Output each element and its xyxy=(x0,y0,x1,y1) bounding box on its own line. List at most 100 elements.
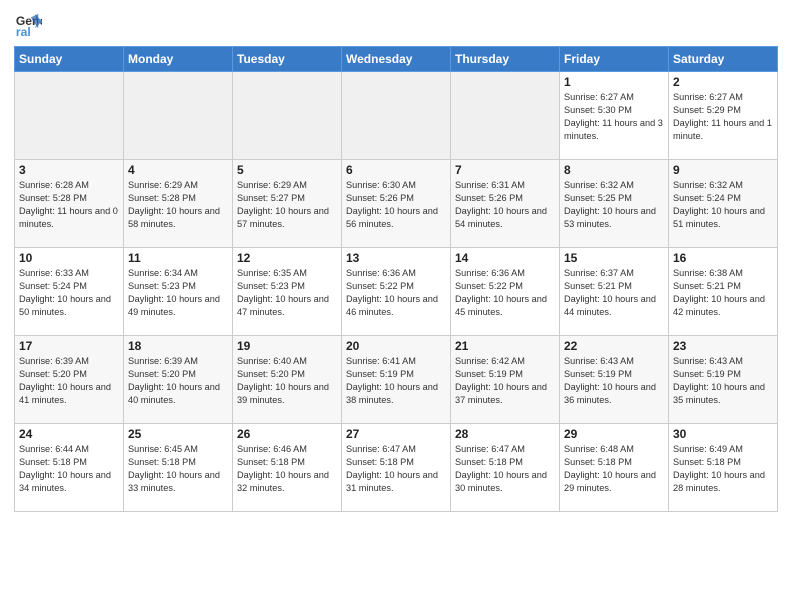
day-number: 8 xyxy=(564,163,664,177)
day-cell: 14 Sunrise: 6:36 AM Sunset: 5:22 PM Dayli… xyxy=(451,248,560,336)
logo: Gene ral xyxy=(14,10,46,38)
day-cell: 23Sunrise: 6:43 AM Sunset: 5:19 PM Dayli… xyxy=(669,336,778,424)
day-cell: 6Sunrise: 6:30 AM Sunset: 5:26 PM Daylig… xyxy=(342,160,451,248)
day-info: Sunrise: 6:27 AM Sunset: 5:29 PM Dayligh… xyxy=(673,91,773,143)
day-info: Sunrise: 6:41 AM Sunset: 5:19 PM Dayligh… xyxy=(346,355,446,407)
day-cell: 10 Sunrise: 6:33 AM Sunset: 5:24 PM Dayli… xyxy=(15,248,124,336)
day-info: Sunrise: 6:29 AM Sunset: 5:27 PM Dayligh… xyxy=(237,179,337,231)
day-info: Sunrise: 6:31 AM Sunset: 5:26 PM Dayligh… xyxy=(455,179,555,231)
day-info: Sunrise: 6:29 AM Sunset: 5:28 PM Dayligh… xyxy=(128,179,228,231)
day-info: Sunrise: 6:35 AM Sunset: 5:23 PM Dayligh… xyxy=(237,267,337,319)
day-info: Sunrise: 6:32 AM Sunset: 5:24 PM Dayligh… xyxy=(673,179,773,231)
header-cell-thursday: Thursday xyxy=(451,47,560,72)
main-container: Gene ral SundayMondayTuesdayWednesdayThu… xyxy=(0,0,792,518)
calendar-body: 1Sunrise: 6:27 AM Sunset: 5:30 PM Daylig… xyxy=(15,72,778,512)
week-row-2: 3 Sunrise: 6:28 AM Sunset: 5:28 PM Daylig… xyxy=(15,160,778,248)
day-number: 14 xyxy=(455,251,555,265)
day-info: Sunrise: 6:28 AM Sunset: 5:28 PM Dayligh… xyxy=(19,179,119,231)
day-cell: 13 Sunrise: 6:36 AM Sunset: 5:22 PM Dayli… xyxy=(342,248,451,336)
day-cell: 19 Sunrise: 6:40 AM Sunset: 5:20 PM Dayli… xyxy=(233,336,342,424)
day-info: Sunrise: 6:46 AM Sunset: 5:18 PM Dayligh… xyxy=(237,443,337,495)
day-info: Sunrise: 6:48 AM Sunset: 5:18 PM Dayligh… xyxy=(564,443,664,495)
day-cell: 12 Sunrise: 6:35 AM Sunset: 5:23 PM Dayli… xyxy=(233,248,342,336)
day-cell: 29 Sunrise: 6:48 AM Sunset: 5:18 PM Dayli… xyxy=(560,424,669,512)
week-row-4: 17Sunrise: 6:39 AM Sunset: 5:20 PM Dayli… xyxy=(15,336,778,424)
day-number: 6 xyxy=(346,163,446,177)
day-cell: 4 Sunrise: 6:29 AM Sunset: 5:28 PM Daylig… xyxy=(124,160,233,248)
day-number: 5 xyxy=(237,163,337,177)
day-info: Sunrise: 6:40 AM Sunset: 5:20 PM Dayligh… xyxy=(237,355,337,407)
day-info: Sunrise: 6:47 AM Sunset: 5:18 PM Dayligh… xyxy=(455,443,555,495)
day-info: Sunrise: 6:38 AM Sunset: 5:21 PM Dayligh… xyxy=(673,267,773,319)
day-number: 25 xyxy=(128,427,228,441)
day-cell: 16 Sunrise: 6:38 AM Sunset: 5:21 PM Dayli… xyxy=(669,248,778,336)
day-number: 22 xyxy=(564,339,664,353)
day-number: 19 xyxy=(237,339,337,353)
day-number: 20 xyxy=(346,339,446,353)
day-number: 26 xyxy=(237,427,337,441)
day-info: Sunrise: 6:39 AM Sunset: 5:20 PM Dayligh… xyxy=(128,355,228,407)
day-info: Sunrise: 6:45 AM Sunset: 5:18 PM Dayligh… xyxy=(128,443,228,495)
day-info: Sunrise: 6:36 AM Sunset: 5:22 PM Dayligh… xyxy=(455,267,555,319)
header-cell-wednesday: Wednesday xyxy=(342,47,451,72)
day-cell xyxy=(342,72,451,160)
calendar-header: SundayMondayTuesdayWednesdayThursdayFrid… xyxy=(15,47,778,72)
day-cell: 15Sunrise: 6:37 AM Sunset: 5:21 PM Dayli… xyxy=(560,248,669,336)
day-cell: 7 Sunrise: 6:31 AM Sunset: 5:26 PM Daylig… xyxy=(451,160,560,248)
day-info: Sunrise: 6:39 AM Sunset: 5:20 PM Dayligh… xyxy=(19,355,119,407)
day-number: 4 xyxy=(128,163,228,177)
day-number: 18 xyxy=(128,339,228,353)
day-number: 30 xyxy=(673,427,773,441)
day-number: 29 xyxy=(564,427,664,441)
day-info: Sunrise: 6:43 AM Sunset: 5:19 PM Dayligh… xyxy=(564,355,664,407)
day-cell xyxy=(15,72,124,160)
day-cell: 8 Sunrise: 6:32 AM Sunset: 5:25 PM Daylig… xyxy=(560,160,669,248)
day-cell: 3 Sunrise: 6:28 AM Sunset: 5:28 PM Daylig… xyxy=(15,160,124,248)
day-number: 21 xyxy=(455,339,555,353)
day-info: Sunrise: 6:44 AM Sunset: 5:18 PM Dayligh… xyxy=(19,443,119,495)
header-cell-sunday: Sunday xyxy=(15,47,124,72)
header-cell-monday: Monday xyxy=(124,47,233,72)
day-number: 12 xyxy=(237,251,337,265)
header-cell-tuesday: Tuesday xyxy=(233,47,342,72)
day-cell: 24 Sunrise: 6:44 AM Sunset: 5:18 PM Dayli… xyxy=(15,424,124,512)
header: Gene ral xyxy=(14,10,778,38)
day-info: Sunrise: 6:37 AM Sunset: 5:21 PM Dayligh… xyxy=(564,267,664,319)
day-info: Sunrise: 6:27 AM Sunset: 5:30 PM Dayligh… xyxy=(564,91,664,143)
day-info: Sunrise: 6:34 AM Sunset: 5:23 PM Dayligh… xyxy=(128,267,228,319)
day-info: Sunrise: 6:32 AM Sunset: 5:25 PM Dayligh… xyxy=(564,179,664,231)
week-row-3: 10 Sunrise: 6:33 AM Sunset: 5:24 PM Dayli… xyxy=(15,248,778,336)
day-cell: 17Sunrise: 6:39 AM Sunset: 5:20 PM Dayli… xyxy=(15,336,124,424)
day-number: 3 xyxy=(19,163,119,177)
day-number: 28 xyxy=(455,427,555,441)
svg-text:ral: ral xyxy=(16,25,31,38)
header-cell-saturday: Saturday xyxy=(669,47,778,72)
day-number: 24 xyxy=(19,427,119,441)
week-row-1: 1Sunrise: 6:27 AM Sunset: 5:30 PM Daylig… xyxy=(15,72,778,160)
day-info: Sunrise: 6:33 AM Sunset: 5:24 PM Dayligh… xyxy=(19,267,119,319)
day-number: 11 xyxy=(128,251,228,265)
day-number: 13 xyxy=(346,251,446,265)
logo-icon: Gene ral xyxy=(14,10,42,38)
day-number: 23 xyxy=(673,339,773,353)
day-cell: 27 Sunrise: 6:47 AM Sunset: 5:18 PM Dayli… xyxy=(342,424,451,512)
day-cell: 9 Sunrise: 6:32 AM Sunset: 5:24 PM Daylig… xyxy=(669,160,778,248)
day-number: 7 xyxy=(455,163,555,177)
day-cell: 25 Sunrise: 6:45 AM Sunset: 5:18 PM Dayli… xyxy=(124,424,233,512)
day-cell: 1Sunrise: 6:27 AM Sunset: 5:30 PM Daylig… xyxy=(560,72,669,160)
day-number: 2 xyxy=(673,75,773,89)
day-cell: 20 Sunrise: 6:41 AM Sunset: 5:19 PM Dayli… xyxy=(342,336,451,424)
day-cell: 11 Sunrise: 6:34 AM Sunset: 5:23 PM Dayli… xyxy=(124,248,233,336)
day-cell: 26 Sunrise: 6:46 AM Sunset: 5:18 PM Dayli… xyxy=(233,424,342,512)
day-cell: 18 Sunrise: 6:39 AM Sunset: 5:20 PM Dayli… xyxy=(124,336,233,424)
day-cell xyxy=(124,72,233,160)
day-number: 27 xyxy=(346,427,446,441)
day-info: Sunrise: 6:36 AM Sunset: 5:22 PM Dayligh… xyxy=(346,267,446,319)
day-info: Sunrise: 6:47 AM Sunset: 5:18 PM Dayligh… xyxy=(346,443,446,495)
day-cell: 28 Sunrise: 6:47 AM Sunset: 5:18 PM Dayli… xyxy=(451,424,560,512)
calendar-table: SundayMondayTuesdayWednesdayThursdayFrid… xyxy=(14,46,778,512)
day-number: 16 xyxy=(673,251,773,265)
day-number: 10 xyxy=(19,251,119,265)
day-number: 9 xyxy=(673,163,773,177)
day-cell: 30Sunrise: 6:49 AM Sunset: 5:18 PM Dayli… xyxy=(669,424,778,512)
